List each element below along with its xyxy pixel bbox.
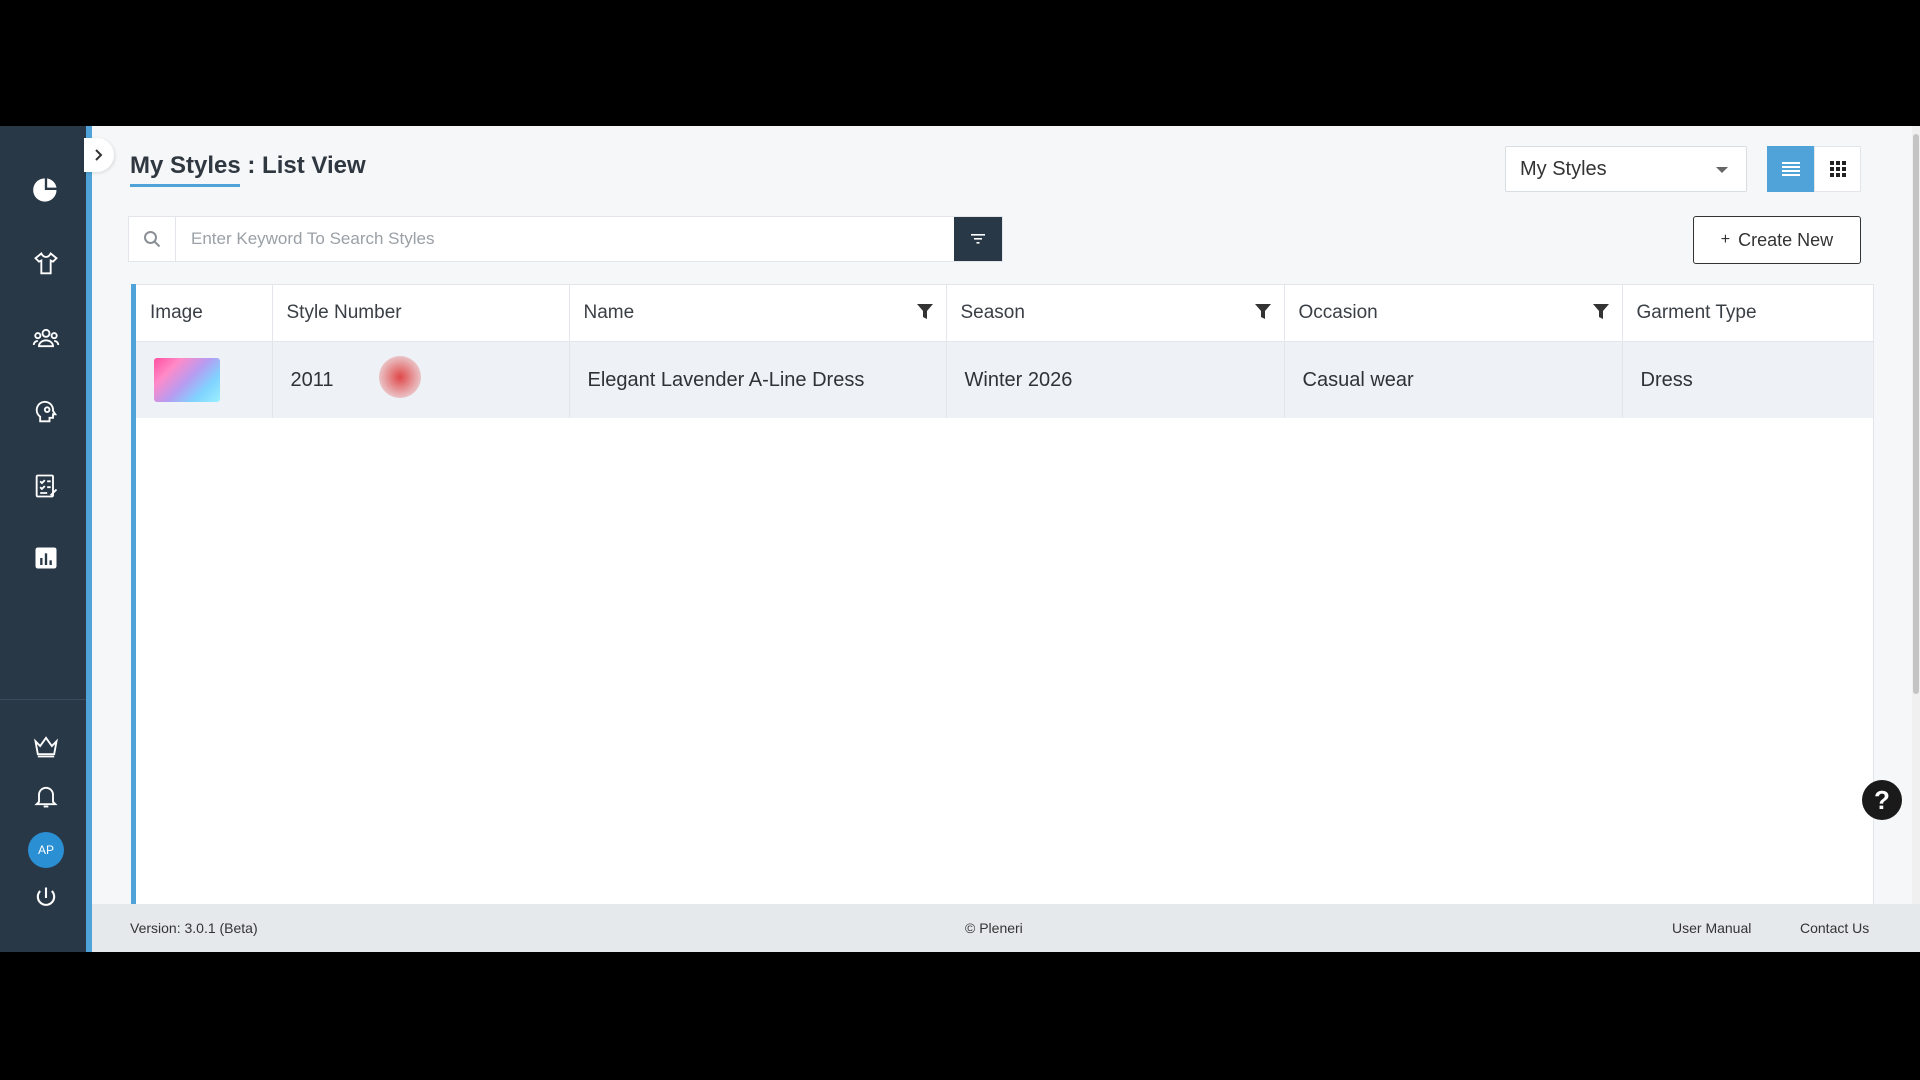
sidebar-toggle-button[interactable] [84,138,114,172]
design-brain-icon[interactable] [26,392,66,432]
team-icon[interactable] [26,318,66,358]
cell-name[interactable]: Elegant Lavender A-Line Dress [569,341,947,418]
plus-icon: + [1720,231,1731,248]
filter-lines-icon [971,234,985,244]
grid-view-button[interactable] [1814,146,1861,192]
page-title: My Styles : List View [130,152,366,179]
table-header-row: Image Style Number Name Season Occasion … [136,284,1873,342]
list-icon [1781,162,1800,176]
footer: Version: 3.0.1 (Beta) © Pleneri User Man… [92,904,1920,952]
column-header-style-number[interactable]: Style Number [272,284,570,342]
search-icon [129,217,176,261]
app-window: AP My Styles : List View My Styles + [0,126,1920,952]
create-new-label: Create New [1738,229,1834,250]
bell-icon[interactable] [26,776,66,816]
create-new-button[interactable]: + Create New [1693,216,1861,264]
title-underline [130,184,240,187]
column-header-occasion[interactable]: Occasion [1284,284,1623,342]
cell-garment-type[interactable]: Dress [1622,341,1873,418]
checklist-icon[interactable] [26,466,66,506]
dashboard-pie-icon[interactable] [26,170,66,210]
column-header-garment-type[interactable]: Garment Type [1622,284,1873,342]
search-input[interactable] [176,217,954,261]
search-bar [128,216,1003,262]
styles-filter-dropdown[interactable]: My Styles [1505,146,1747,192]
style-thumbnail[interactable] [154,358,220,402]
cell-occasion[interactable]: Casual wear [1284,341,1623,418]
caret-down-icon [1716,167,1728,173]
column-header-season[interactable]: Season [946,284,1285,342]
chevron-right-icon [95,149,103,161]
cell-image[interactable] [136,341,273,418]
garment-icon[interactable] [26,244,66,284]
version-text: Version: 3.0.1 (Beta) [130,920,258,936]
search-filter-button[interactable] [954,217,1002,261]
name-filter-icon[interactable] [916,303,934,321]
table-row[interactable]: 2011 Elegant Lavender A-Line Dress Winte… [136,341,1873,418]
sidebar: AP [0,126,92,952]
column-header-name[interactable]: Name [569,284,947,342]
user-avatar[interactable]: AP [28,832,64,868]
sidebar-divider [0,699,86,700]
list-view-button[interactable] [1767,146,1814,192]
season-filter-icon[interactable] [1254,303,1272,321]
grid-icon [1829,161,1846,177]
analytics-chart-icon[interactable] [26,538,66,578]
styles-filter-value: My Styles [1520,157,1607,180]
occasion-filter-icon[interactable] [1592,303,1610,321]
user-manual-link[interactable]: User Manual [1672,920,1751,936]
cell-season[interactable]: Winter 2026 [946,341,1285,418]
column-header-image: Image [136,284,273,342]
cell-style-number[interactable]: 2011 [272,341,570,418]
styles-table-container: Image Style Number Name Season Occasion … [131,284,1874,904]
styles-table: Image Style Number Name Season Occasion … [136,284,1873,418]
power-icon[interactable] [26,878,66,918]
help-button[interactable]: ? [1862,780,1902,820]
crown-icon[interactable] [26,726,66,766]
contact-us-link[interactable]: Contact Us [1800,920,1869,936]
scrollbar-thumb[interactable] [1913,134,1919,694]
copyright-text: © Pleneri [965,920,1023,936]
